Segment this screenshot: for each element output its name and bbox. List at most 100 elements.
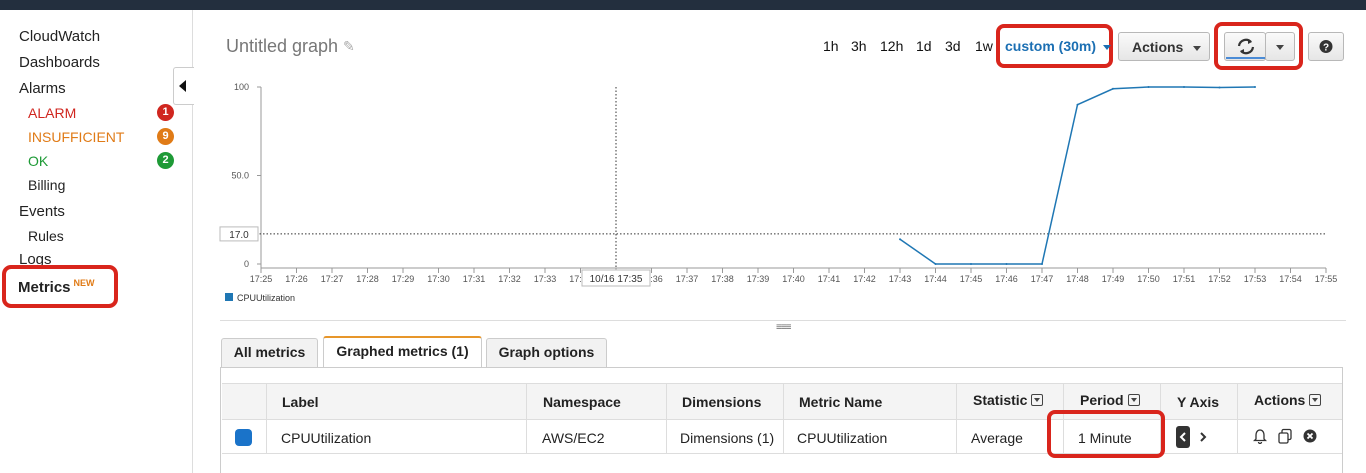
new-badge: NEW bbox=[73, 278, 95, 288]
table-header-row: Label Namespace Dimensions Metric Name S… bbox=[222, 383, 1342, 420]
threshold-label: 17.0 bbox=[229, 230, 249, 241]
series-line-cpuutilization bbox=[899, 86, 1256, 265]
tab-all-metrics[interactable]: All metrics bbox=[221, 338, 318, 367]
x-tick-label: 17:31 bbox=[463, 274, 486, 284]
actions-caret-icon bbox=[1193, 45, 1202, 51]
x-tick-label: 17:50 bbox=[1137, 274, 1160, 284]
header-dimensions[interactable]: Dimensions bbox=[682, 394, 761, 410]
x-tick-label: 17:43 bbox=[889, 274, 912, 284]
range-1w[interactable]: 1w bbox=[975, 38, 993, 54]
row-namespace: AWS/EC2 bbox=[542, 430, 605, 446]
help-button[interactable]: ? bbox=[1308, 32, 1344, 61]
column-divider bbox=[783, 383, 784, 453]
nav-cloudwatch[interactable]: CloudWatch bbox=[19, 28, 100, 45]
header-period[interactable]: Period bbox=[1080, 392, 1140, 408]
cursor-time-label: 10/16 17:35 bbox=[590, 274, 643, 285]
tab-graphed-metrics[interactable]: Graphed metrics (1) bbox=[323, 336, 482, 367]
column-divider bbox=[266, 383, 267, 453]
x-tick-label: 17:30 bbox=[427, 274, 450, 284]
column-divider bbox=[956, 383, 957, 453]
nav-ok-state[interactable]: OK bbox=[28, 153, 48, 169]
nav-metrics-label: Metrics bbox=[18, 279, 71, 296]
range-3d[interactable]: 3d bbox=[945, 38, 961, 54]
header-y-axis: Y Axis bbox=[1177, 394, 1220, 410]
range-1h[interactable]: 1h bbox=[823, 38, 839, 54]
column-divider bbox=[666, 383, 667, 453]
row-statistic[interactable]: Average bbox=[971, 430, 1023, 446]
nav-billing[interactable]: Billing bbox=[28, 177, 65, 193]
create-alarm-bell-icon[interactable] bbox=[1253, 428, 1267, 444]
x-tick-label: 17:49 bbox=[1102, 274, 1125, 284]
x-tick-label: 17:46 bbox=[995, 274, 1018, 284]
period-highlight bbox=[1047, 410, 1165, 458]
duplicate-icon[interactable] bbox=[1277, 428, 1294, 445]
x-tick-label: 17:42 bbox=[853, 274, 876, 284]
help-icon: ? bbox=[1319, 40, 1333, 54]
nav-insufficient-state[interactable]: INSUFFICIENT bbox=[28, 129, 124, 145]
header-actions-label: Actions bbox=[1254, 392, 1306, 408]
x-tick-label: 17:48 bbox=[1066, 274, 1089, 284]
nav-alarms[interactable]: Alarms bbox=[19, 80, 66, 97]
x-tick-label: 17:39 bbox=[747, 274, 770, 284]
custom-range-label: custom (30m) bbox=[1005, 38, 1097, 54]
header-metric-name[interactable]: Metric Name bbox=[799, 394, 882, 410]
row-label[interactable]: CPUUtilization bbox=[281, 430, 371, 446]
y-tick-label: 50.0 bbox=[231, 171, 249, 181]
custom-range-dropdown[interactable]: custom (30m) bbox=[1005, 38, 1111, 54]
period-dropdown-icon[interactable] bbox=[1127, 394, 1140, 406]
range-12h[interactable]: 12h bbox=[880, 38, 903, 54]
x-tick-label: 17:32 bbox=[498, 274, 521, 284]
nav-rules[interactable]: Rules bbox=[28, 228, 64, 244]
y-tick-label: 100 bbox=[234, 82, 249, 92]
x-tick-label: 17:38 bbox=[711, 274, 734, 284]
column-divider bbox=[1237, 383, 1238, 453]
x-tick-label: 17:54 bbox=[1279, 274, 1302, 284]
header-period-label: Period bbox=[1080, 392, 1124, 408]
actions-dropdown-icon[interactable] bbox=[1309, 394, 1322, 406]
custom-caret-icon bbox=[1102, 44, 1111, 50]
series-color-swatch[interactable] bbox=[235, 429, 252, 446]
x-tick-label: 17:51 bbox=[1173, 274, 1196, 284]
row-dimensions[interactable]: Dimensions (1) bbox=[680, 430, 774, 446]
nav-alarm-state[interactable]: ALARM bbox=[28, 105, 76, 121]
nav-metrics[interactable]: Metrics NEW bbox=[18, 278, 95, 296]
header-namespace[interactable]: Namespace bbox=[543, 394, 621, 410]
actions-label: Actions bbox=[1132, 39, 1184, 55]
data-point bbox=[1218, 86, 1221, 89]
graph-title[interactable]: Untitled graph bbox=[226, 36, 338, 57]
refresh-options-button[interactable] bbox=[1265, 32, 1295, 61]
statistic-dropdown-icon[interactable] bbox=[1031, 394, 1044, 406]
nav-dashboards[interactable]: Dashboards bbox=[19, 54, 100, 71]
range-1d[interactable]: 1d bbox=[916, 38, 932, 54]
data-point bbox=[1041, 263, 1043, 265]
metric-graph[interactable]: 100 50.0 017:25 17:26 17:27 17:28 17:29 17:30 17… bbox=[200, 75, 1340, 315]
x-tick-label: 17:52 bbox=[1208, 274, 1231, 284]
header-statistic[interactable]: Statistic bbox=[973, 392, 1044, 408]
y-axis-right-button[interactable] bbox=[1196, 426, 1210, 448]
chevron-right-icon bbox=[1200, 432, 1207, 442]
y-axis-left-button[interactable] bbox=[1176, 426, 1190, 448]
nav-events[interactable]: Events bbox=[19, 203, 65, 220]
svg-text:?: ? bbox=[1323, 43, 1329, 54]
sidebar: CloudWatch Dashboards Alarms ALARM 1 INS… bbox=[0, 10, 193, 473]
x-tick-label: 17:41 bbox=[818, 274, 841, 284]
collapse-sidebar-button[interactable] bbox=[173, 67, 194, 105]
x-tick-label: 17:26 bbox=[285, 274, 308, 284]
header-actions[interactable]: Actions bbox=[1254, 392, 1322, 408]
actions-dropdown-button[interactable]: Actions bbox=[1118, 32, 1210, 61]
edit-pencil-icon[interactable]: ✎ bbox=[343, 38, 355, 55]
row-divider bbox=[222, 453, 1342, 454]
row-metric-name: CPUUtilization bbox=[797, 430, 888, 446]
x-tick-label: 17:55 bbox=[1315, 274, 1338, 284]
column-divider bbox=[526, 383, 527, 453]
tab-graph-options[interactable]: Graph options bbox=[486, 338, 607, 367]
header-label[interactable]: Label bbox=[282, 394, 319, 410]
remove-metric-icon[interactable] bbox=[1303, 429, 1317, 443]
legend-swatch bbox=[225, 293, 233, 301]
header-statistic-label: Statistic bbox=[973, 392, 1028, 408]
graphed-metrics-table: Label Namespace Dimensions Metric Name S… bbox=[220, 367, 1343, 473]
data-point bbox=[1112, 87, 1114, 90]
x-tick-label: 17:33 bbox=[534, 274, 557, 284]
range-3h[interactable]: 3h bbox=[851, 38, 867, 54]
resize-handle-icon[interactable]: ≡≡≡ bbox=[776, 322, 791, 333]
